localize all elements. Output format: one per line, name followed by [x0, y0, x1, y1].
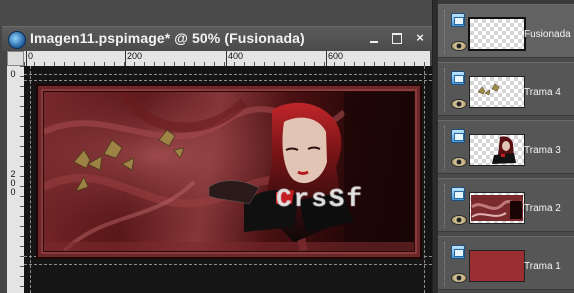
guide-line	[24, 80, 432, 81]
layer-group-line	[444, 242, 446, 286]
layer-thumbnail	[469, 192, 525, 224]
guide-line	[424, 66, 425, 293]
watermark-text: CrsSf	[276, 184, 365, 214]
layer-group-line	[444, 10, 446, 54]
raster-layer-icon	[451, 187, 465, 201]
ruler-label: 600	[328, 51, 344, 61]
raster-layer-icon	[451, 71, 465, 85]
horizontal-ruler[interactable]: 0 200 400 600	[24, 51, 430, 67]
layer-row-trama-4[interactable]: Trama 4	[438, 62, 574, 116]
ruler-major-tick	[326, 51, 327, 66]
guide-line	[30, 66, 31, 293]
maximize-button[interactable]	[389, 30, 405, 46]
silk-background: CrsSf	[44, 92, 414, 251]
image-canvas[interactable]: CrsSf	[24, 66, 432, 293]
layer-group-line	[444, 184, 446, 228]
layer-thumbnail	[468, 17, 526, 51]
paintshop-document-icon	[8, 31, 26, 49]
layer-group-line	[444, 68, 446, 112]
guide-line	[24, 264, 432, 265]
layer-row-trama-2[interactable]: Trama 2	[438, 178, 574, 232]
guide-line	[24, 74, 432, 75]
layer-thumbnail	[469, 250, 525, 282]
close-button[interactable]: ×	[412, 30, 428, 46]
ruler-label: 400	[228, 51, 244, 61]
layers-palette: Fusionada Trama 4 Trama 3 Trama 2 Trama …	[438, 0, 574, 293]
layer-thumbnail	[469, 134, 525, 166]
visibility-eye-icon[interactable]	[451, 273, 467, 283]
vertical-ruler[interactable]: 0 2 0 0	[7, 66, 25, 293]
layer-thumbnail	[469, 76, 525, 108]
photo-frame: CrsSf	[38, 86, 420, 257]
ruler-major-tick	[125, 51, 126, 66]
raster-layer-icon	[451, 129, 465, 143]
ruler-label: 0	[28, 51, 34, 61]
frame-thumbnail	[471, 195, 524, 221]
document-window: Imagen11.pspimage* @ 50% (Fusionada) × 0…	[0, 0, 432, 293]
layer-group-line	[444, 126, 446, 170]
composition-artwork	[44, 92, 414, 251]
minimize-button[interactable]	[366, 30, 382, 46]
ruler-label: 200	[127, 51, 143, 61]
layer-name: Trama 4	[524, 87, 561, 98]
workspace-background	[0, 0, 432, 26]
woman-thumbnail	[492, 136, 516, 164]
layer-name: Trama 2	[524, 203, 561, 214]
layer-row-trama-1[interactable]: Trama 1	[438, 236, 574, 290]
layer-row-trama-3[interactable]: Trama 3	[438, 120, 574, 174]
layer-name: Fusionada	[524, 29, 571, 40]
document-titlebar[interactable]: Imagen11.pspimage* @ 50% (Fusionada) ×	[2, 26, 432, 51]
visibility-eye-icon[interactable]	[451, 99, 467, 109]
layer-row-fusionada[interactable]: Fusionada	[438, 4, 574, 58]
butterflies-thumbnail	[477, 83, 500, 96]
layer-name: Trama 3	[524, 145, 561, 156]
ruler-label: 2 0 0	[10, 169, 16, 197]
raster-layer-icon	[451, 13, 465, 27]
visibility-eye-icon[interactable]	[451, 215, 467, 225]
ruler-major-tick	[226, 51, 227, 66]
layer-name: Trama 1	[524, 261, 561, 272]
ruler-major-tick	[26, 51, 27, 66]
raster-layer-icon	[451, 245, 465, 259]
ruler-corner	[7, 51, 24, 66]
visibility-eye-icon[interactable]	[451, 41, 467, 51]
document-title: Imagen11.pspimage* @ 50% (Fusionada)	[30, 30, 305, 46]
visibility-eye-icon[interactable]	[451, 157, 467, 167]
ruler-label: 0	[10, 69, 16, 79]
